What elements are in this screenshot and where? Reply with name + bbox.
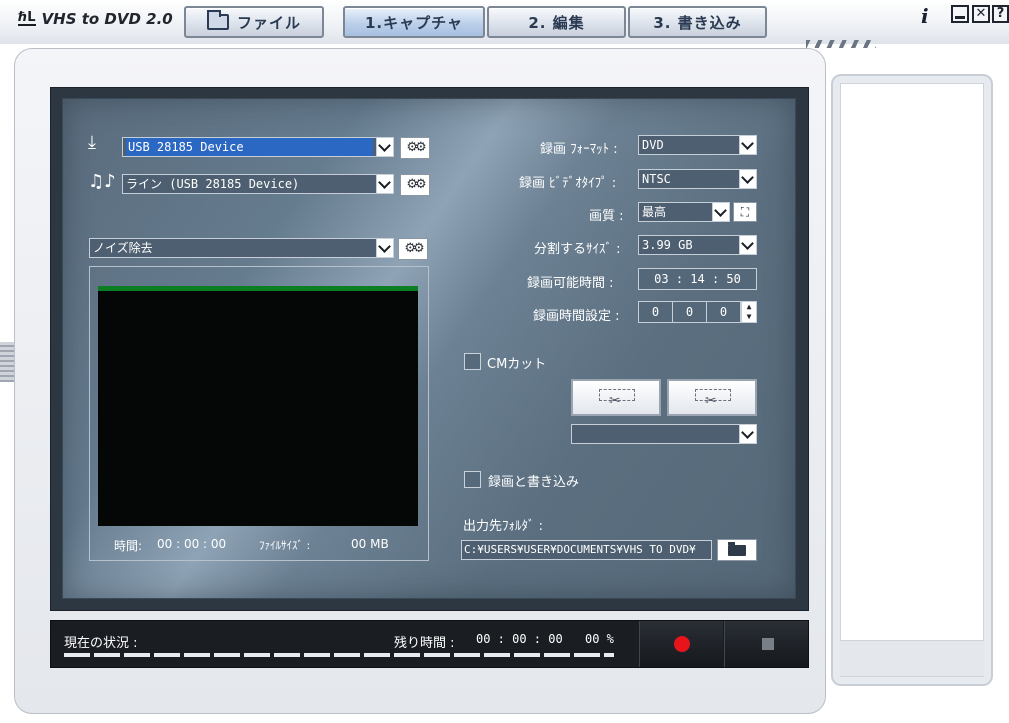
record-timer-label: 録画時間設定 : — [533, 309, 620, 324]
audio-settings-button[interactable]: ⚙⚙ — [400, 174, 430, 196]
stop-icon — [762, 638, 774, 650]
logo-mark: ℏL — [18, 10, 36, 26]
timer-minutes-input[interactable]: 0 — [672, 301, 707, 323]
audio-device-value: ライン (USB 28185 Device) — [126, 177, 300, 191]
time-value: 00 : 00 : 00 — [157, 537, 227, 551]
filter-select[interactable]: ノイズ除去 — [89, 238, 394, 258]
output-path-field[interactable]: C:¥USERS¥USER¥DOCUMENTS¥VHS TO DVD¥ — [461, 540, 712, 560]
spin-up-icon[interactable]: ▲ — [742, 302, 756, 312]
file-menu-button[interactable]: ファイル — [184, 6, 324, 38]
spin-down-icon[interactable]: ▼ — [742, 312, 756, 322]
format-select[interactable]: DVD — [638, 135, 757, 155]
remaining-time-value: 00 : 00 : 00 — [476, 632, 563, 646]
chevron-down-icon[interactable] — [376, 138, 393, 156]
available-time-label: 録画可能時間 : — [527, 276, 614, 291]
progress-bar — [64, 653, 614, 657]
split-size-select[interactable]: 3.99 GB — [638, 235, 757, 255]
file-menu-label: ファイル — [236, 13, 301, 32]
split-size-value: 3.99 GB — [642, 238, 693, 252]
gear-icon: ⚙⚙ — [404, 241, 424, 256]
quality-label: 画質 : — [589, 209, 624, 224]
app-title: VHS to DVD 2.0 — [41, 10, 173, 28]
folder-icon — [728, 542, 746, 556]
timer-hours-input[interactable]: 0 — [638, 301, 673, 323]
folder-icon — [206, 10, 229, 30]
timer-spinner[interactable]: ▲ ▼ — [741, 301, 757, 323]
chevron-down-icon[interactable] — [376, 175, 393, 193]
output-folder-label: 出力先ﾌｫﾙﾀﾞ : — [463, 519, 544, 534]
record-and-burn-label: 録画と書き込み — [488, 475, 580, 490]
music-notes-icon: ♫♪ — [88, 171, 116, 192]
format-label: 録画 ﾌｫｰﾏｯﾄ : — [540, 142, 618, 157]
cm-cut-select[interactable] — [571, 424, 757, 444]
video-device-select[interactable]: USB 28185 Device — [122, 137, 394, 157]
record-and-burn-checkbox[interactable] — [464, 471, 481, 488]
timer-seconds-input[interactable]: 0 — [706, 301, 741, 323]
filesize-label: ﾌｧｲﾙｻｲｽﾞ : — [259, 539, 311, 552]
cm-cut-label: CMカット — [487, 357, 547, 372]
gear-icon: ⚙⚙ — [406, 140, 426, 155]
video-settings-button[interactable]: ⚙⚙ — [400, 137, 430, 159]
filter-value: ノイズ除去 — [93, 241, 153, 255]
audio-device-select[interactable]: ライン (USB 28185 Device) — [122, 174, 394, 194]
remaining-time-label: 残り時間 : — [394, 636, 455, 651]
videotype-label: 録画 ﾋﾞﾃﾞｵﾀｲﾌﾟ : — [519, 176, 617, 191]
browse-folder-button[interactable] — [717, 539, 757, 561]
record-button[interactable] — [639, 621, 723, 667]
app-logo: ℏL VHS to DVD 2.0 — [18, 10, 173, 28]
stop-button[interactable] — [724, 621, 808, 667]
quality-select[interactable]: 最高 — [638, 202, 730, 222]
cut-in-button[interactable]: ✂ — [571, 379, 661, 416]
split-size-label: 分割するｻｲｽﾞ : — [534, 242, 621, 257]
side-panel-content — [840, 83, 984, 677]
chevron-down-icon[interactable] — [739, 136, 756, 154]
videotype-select[interactable]: NTSC — [638, 169, 757, 189]
format-value: DVD — [642, 138, 664, 152]
tab-burn[interactable]: 3. 書き込み — [628, 6, 767, 38]
fullscreen-button[interactable]: ⛶ — [733, 202, 757, 222]
tab-capture[interactable]: 1.キャプチャ — [343, 6, 485, 38]
help-button[interactable]: ? — [992, 5, 1009, 23]
close-button[interactable]: ✕ — [972, 5, 990, 23]
decorative-stripes — [806, 40, 876, 48]
title-bar: ℏL VHS to DVD 2.0 ファイル 1.キャプチャ 2. 編集 3. … — [0, 0, 1009, 48]
info-icon[interactable]: i — [921, 4, 929, 28]
video-device-value: USB 28185 Device — [126, 138, 373, 156]
side-panel — [831, 74, 993, 686]
fullscreen-icon: ⛶ — [740, 205, 750, 219]
minimize-icon — [955, 16, 965, 19]
videotype-value: NTSC — [642, 172, 671, 186]
filesize-value: 00 MB — [351, 537, 389, 551]
minimize-button[interactable] — [951, 5, 969, 23]
gear-icon: ⚙⚙ — [406, 177, 426, 192]
download-icon: ⤓ — [88, 132, 96, 153]
video-preview — [98, 286, 418, 526]
chevron-down-icon[interactable] — [739, 425, 756, 443]
progress-percent: 00 % — [585, 632, 614, 646]
time-label: 時間: — [114, 539, 143, 553]
record-icon — [674, 636, 690, 652]
current-status-label: 現在の状況 : — [64, 636, 138, 651]
cut-out-button[interactable]: ✂ — [667, 379, 757, 416]
side-panel-footer — [840, 640, 984, 676]
tab-edit[interactable]: 2. 編集 — [487, 6, 626, 38]
chevron-down-icon[interactable] — [739, 236, 756, 254]
chevron-down-icon[interactable] — [376, 239, 393, 257]
chevron-down-icon[interactable] — [712, 203, 729, 221]
available-time-value: 03 : 14 : 50 — [638, 268, 757, 290]
scissors-icon: ✂ — [705, 393, 717, 409]
quality-value: 最高 — [642, 205, 667, 219]
filter-settings-button[interactable]: ⚙⚙ — [398, 238, 428, 260]
cm-cut-checkbox[interactable] — [464, 353, 481, 370]
scissors-icon: ✂ — [609, 393, 621, 409]
frame-grip — [0, 342, 14, 382]
chevron-down-icon[interactable] — [739, 170, 756, 188]
